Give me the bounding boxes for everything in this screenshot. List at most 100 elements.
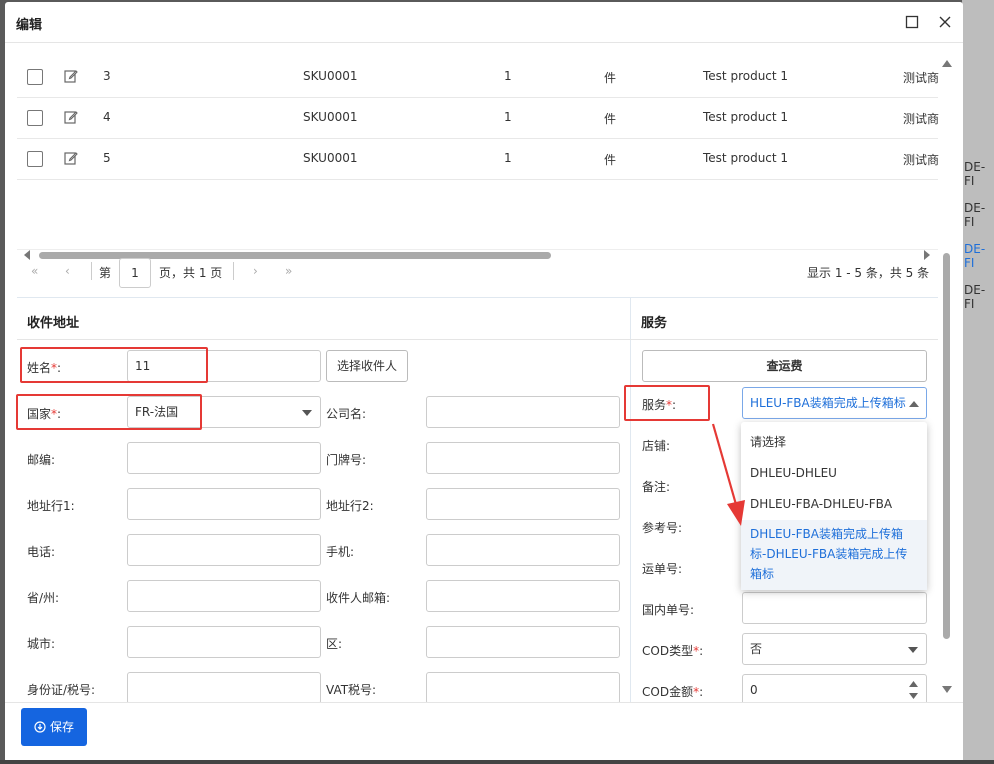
- address-panel: 收件地址 姓名*: 11 选择收件人 国家*: FR-法国 公司名: 邮编: 门…: [16, 297, 631, 702]
- highlight-box: [20, 347, 208, 383]
- dropdown-option[interactable]: DHLEU-DHLEU: [741, 459, 927, 487]
- domestic-input[interactable]: [742, 592, 927, 624]
- divider: [631, 339, 938, 340]
- dialog-body: 3 SKU0001 1 件 Test product 1 测试商 4 SKU00…: [5, 44, 963, 702]
- save-icon: [34, 721, 46, 733]
- row-qty: 1: [504, 110, 512, 124]
- row-sku: SKU0001: [303, 151, 358, 165]
- row-name: Test product 1: [703, 69, 789, 83]
- id-input[interactable]: [127, 672, 321, 702]
- row-unit: 件: [604, 71, 617, 85]
- addr2-label: 地址行2:: [326, 499, 374, 513]
- row-sku: SKU0001: [303, 110, 358, 124]
- row-checkbox[interactable]: [27, 110, 43, 126]
- row-cn-name: 测试商: [903, 112, 940, 126]
- phone-input[interactable]: [127, 534, 321, 566]
- service-dropdown: 请选择 DHLEU-DHLEU DHLEU-FBA-DHLEU-FBA DHLE…: [741, 422, 927, 590]
- background-text: DE-FI: [964, 283, 986, 311]
- postcode-input[interactable]: [127, 442, 321, 474]
- annotation-arrow: [711, 423, 745, 526]
- address-title: 收件地址: [27, 316, 80, 331]
- province-input[interactable]: [127, 580, 321, 612]
- check-fee-button[interactable]: 查运费: [642, 350, 927, 382]
- background-text: DE-FI: [964, 242, 986, 270]
- table-row: 4 SKU0001 1 件 Test product 1 测试商: [17, 98, 940, 139]
- city-label: 城市:: [27, 637, 56, 651]
- house-no-input[interactable]: [426, 442, 620, 474]
- table-row: 5 SKU0001 1 件 Test product 1 测试商: [17, 139, 940, 180]
- background-bottom: [0, 760, 994, 764]
- save-label: 保存: [49, 720, 74, 734]
- addr1-input[interactable]: [127, 488, 321, 520]
- company-label: 公司名:: [326, 407, 367, 421]
- choose-recipient-button[interactable]: 选择收件人: [326, 350, 408, 382]
- first-page-icon[interactable]: «: [31, 264, 38, 278]
- company-input[interactable]: [426, 396, 620, 428]
- cod-amount-input[interactable]: 0: [742, 674, 927, 702]
- addr1-label: 地址行1:: [27, 499, 75, 513]
- scroll-down-icon: [942, 686, 952, 693]
- page-suffix: 页，共 1 页: [159, 266, 223, 280]
- row-unit: 件: [604, 153, 617, 167]
- row-sku: SKU0001: [303, 69, 358, 83]
- page-number-input[interactable]: 1: [119, 258, 151, 288]
- scrollbar-thumb[interactable]: [943, 253, 950, 639]
- edit-icon[interactable]: [64, 110, 78, 124]
- row-checkbox[interactable]: [27, 69, 43, 85]
- table-row: 3 SKU0001 1 件 Test product 1 测试商: [17, 57, 940, 98]
- postcode-label: 邮编:: [27, 453, 56, 467]
- page-summary: 显示 1 - 5 条，共 5 条: [807, 266, 930, 280]
- cod-type-label: COD类型*:: [642, 644, 704, 658]
- row-cn-name: 测试商: [903, 153, 940, 167]
- mobile-input[interactable]: [426, 534, 620, 566]
- mobile-label: 手机:: [326, 545, 355, 559]
- waybill-label: 运单号:: [642, 562, 683, 576]
- chevron-down-icon: [302, 410, 312, 416]
- chevron-up-icon: [909, 401, 919, 407]
- last-page-icon[interactable]: »: [285, 264, 292, 278]
- row-unit: 件: [604, 112, 617, 126]
- district-label: 区:: [326, 637, 343, 651]
- cod-amount-label: COD金额*:: [642, 685, 704, 699]
- dropdown-option[interactable]: 请选择: [741, 428, 927, 456]
- background-text: DE-FI: [964, 160, 986, 188]
- remark-label: 备注:: [642, 480, 671, 494]
- dropdown-option[interactable]: DHLEU-FBA-DHLEU-FBA: [741, 490, 927, 518]
- dialog-footer: 保存: [5, 702, 963, 762]
- dialog-title: 编辑: [16, 18, 43, 33]
- vat-input[interactable]: [426, 672, 620, 702]
- ref-label: 参考号:: [642, 521, 683, 535]
- store-label: 店铺:: [642, 439, 671, 453]
- page-prefix: 第: [99, 266, 112, 280]
- domestic-label: 国内单号:: [642, 603, 695, 617]
- row-qty: 1: [504, 69, 512, 83]
- id-label: 身份证/税号:: [27, 683, 96, 697]
- edit-icon[interactable]: [64, 151, 78, 165]
- row-index: 5: [103, 151, 111, 165]
- background-text: DE-FI: [964, 201, 986, 229]
- addr2-input[interactable]: [426, 488, 620, 520]
- district-input[interactable]: [426, 626, 620, 658]
- prev-page-icon[interactable]: ‹: [65, 264, 70, 278]
- dialog-titlebar: 编辑: [5, 2, 963, 43]
- province-label: 省/州:: [27, 591, 60, 605]
- save-button[interactable]: 保存: [21, 708, 87, 746]
- vertical-scrollbar[interactable]: [940, 57, 954, 702]
- row-checkbox[interactable]: [27, 151, 43, 167]
- pagination: « ‹ 第 1 页，共 1 页 › » 显示 1 - 5 条，共 5 条: [17, 249, 938, 293]
- stepper-icon: [909, 681, 918, 699]
- row-cn-name: 测试商: [903, 71, 940, 85]
- city-input[interactable]: [127, 626, 321, 658]
- divider: [91, 262, 92, 280]
- edit-icon[interactable]: [64, 69, 78, 83]
- row-index: 3: [103, 69, 111, 83]
- close-icon[interactable]: [935, 12, 955, 32]
- email-input[interactable]: [426, 580, 620, 612]
- service-select[interactable]: HLEU-FBA装箱完成上传箱标: [742, 387, 927, 419]
- cod-type-select[interactable]: 否: [742, 633, 927, 665]
- edit-dialog: 编辑 3 SKU0001 1 件 Test product 1 测试商 4 SK…: [5, 2, 963, 762]
- next-page-icon[interactable]: ›: [253, 264, 258, 278]
- maximize-icon[interactable]: [902, 12, 922, 32]
- divider: [17, 339, 631, 340]
- dropdown-option-selected[interactable]: DHLEU-FBA装箱完成上传箱标-DHLEU-FBA装箱完成上传箱标: [741, 520, 927, 590]
